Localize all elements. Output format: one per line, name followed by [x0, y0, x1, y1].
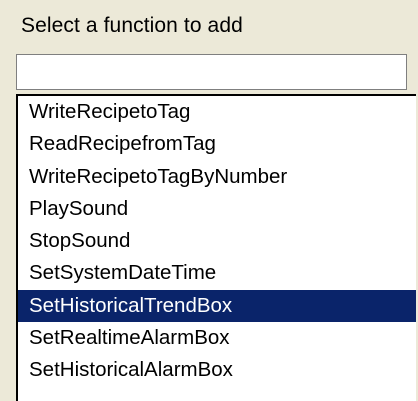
list-item-sethistoricaltrendbox[interactable]: SetHistoricalTrendBox: [18, 289, 416, 323]
list-item-writerecipetotagbynumber[interactable]: WriteRecipetoTagByNumber: [18, 161, 416, 193]
list-item-setrealtimealarmbox[interactable]: SetRealtimeAlarmBox: [18, 322, 416, 354]
list-item-playsound[interactable]: PlaySound: [18, 193, 416, 225]
list-item-setsystemdatetime[interactable]: SetSystemDateTime: [18, 257, 416, 289]
add-function-dialog: Select a function to add WriteRecipetoTa…: [0, 0, 418, 401]
function-filter-input[interactable]: [16, 54, 407, 90]
list-item-writerecipetotag[interactable]: WriteRecipetoTag: [18, 96, 416, 128]
list-item-sethistoricalalarmbox[interactable]: SetHistoricalAlarmBox: [18, 354, 416, 386]
list-item-readrecipefromtag[interactable]: ReadRecipefromTag: [18, 128, 416, 160]
function-listbox[interactable]: WriteRecipetoTag ReadRecipefromTag Write…: [16, 94, 416, 401]
list-item-stopsound[interactable]: StopSound: [18, 225, 416, 257]
dialog-heading: Select a function to add: [21, 14, 243, 37]
